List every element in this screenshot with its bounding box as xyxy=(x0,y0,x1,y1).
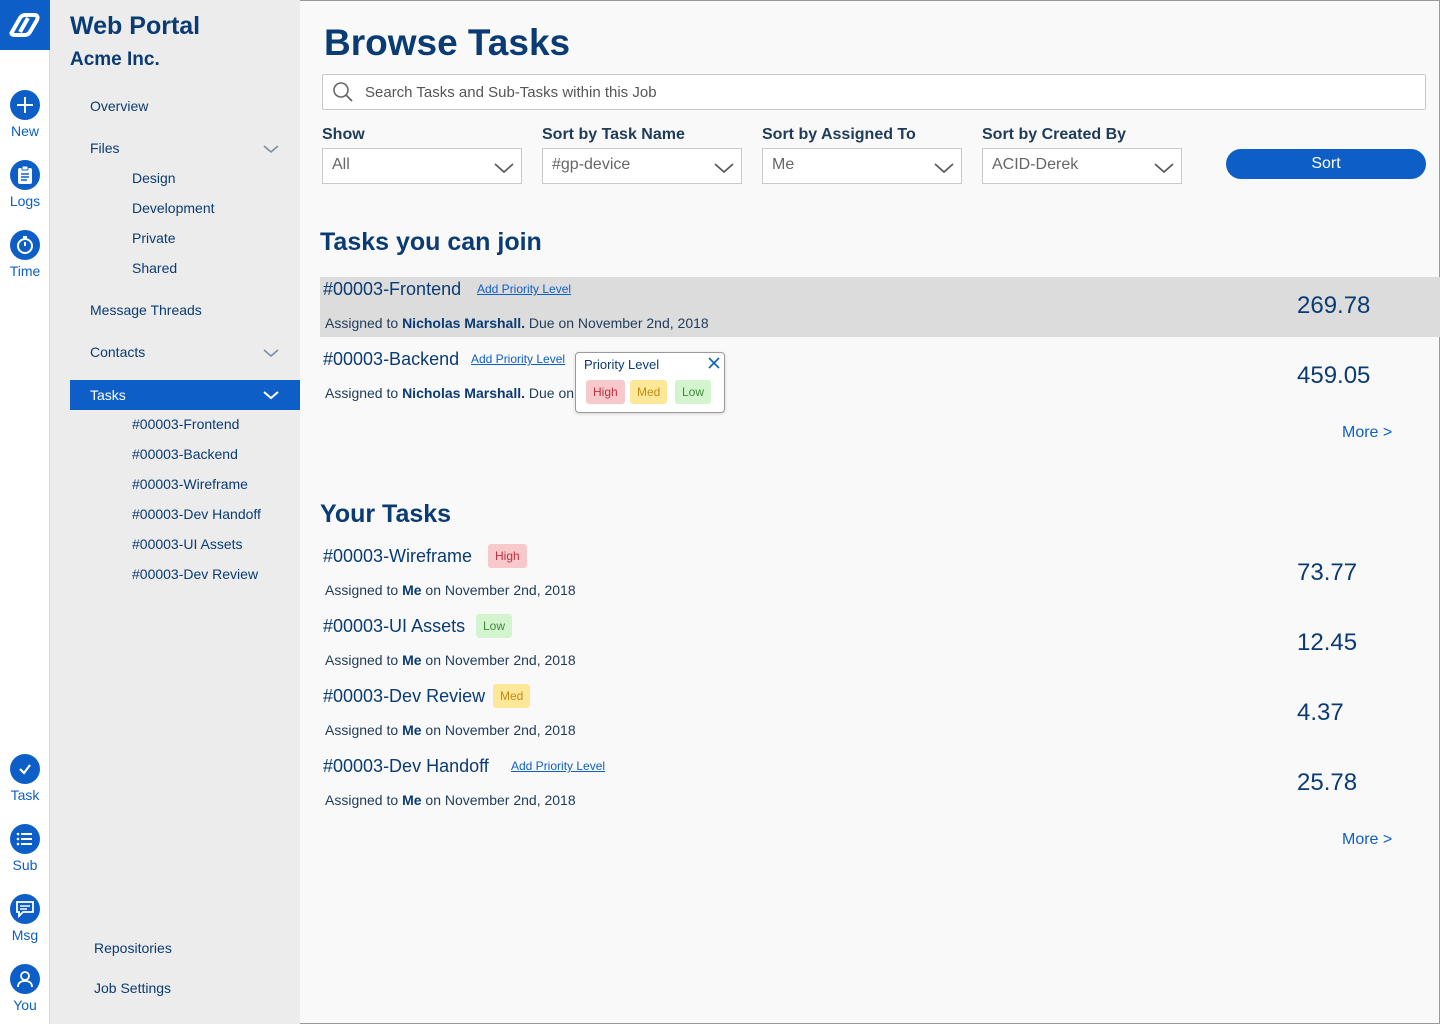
sidebar-item-message-threads[interactable]: Message Threads xyxy=(90,302,202,318)
task-name[interactable]: #00003-Backend xyxy=(323,349,459,370)
task-row[interactable]: #00003-Frontend Add Priority Level Assig… xyxy=(320,277,1440,337)
search-bar[interactable] xyxy=(322,74,1426,110)
task-assignment: Assigned to Me on November 2nd, 2018 xyxy=(325,792,576,808)
task-assignment: Assigned to Nicholas Marshall. Due on No… xyxy=(325,315,709,331)
sidebar-item-development[interactable]: Development xyxy=(132,200,215,216)
task-row[interactable]: #00003-UI Assets Low Assigned to Me on N… xyxy=(320,614,1440,674)
priority-level-popover: Priority Level High Med Low xyxy=(575,352,725,413)
sidebar-item-shared[interactable]: Shared xyxy=(132,260,177,276)
portal-logo-icon[interactable] xyxy=(0,0,50,50)
sidebar-item-overview[interactable]: Overview xyxy=(90,98,148,114)
more-joinable-link[interactable]: More > xyxy=(1342,424,1392,442)
task-value: 459.05 xyxy=(1297,362,1371,389)
filter-show-select[interactable]: All xyxy=(322,148,522,184)
add-priority-link[interactable]: Add Priority Level xyxy=(511,759,605,773)
sidebar-item-task-frontend[interactable]: #00003-Frontend xyxy=(132,416,239,432)
filter-task-name-select[interactable]: #gp-device xyxy=(542,148,742,184)
task-name[interactable]: #00003-UI Assets xyxy=(323,616,465,637)
task-assignment: Assigned to Me on November 2nd, 2018 xyxy=(325,582,576,598)
sidebar-item-repositories[interactable]: Repositories xyxy=(94,940,172,956)
task-value: 25.78 xyxy=(1297,769,1358,796)
add-priority-link[interactable]: Add Priority Level xyxy=(471,352,565,366)
stopwatch-icon xyxy=(10,230,40,260)
rail-task-button[interactable]: Task xyxy=(0,754,50,814)
filter-created-by-label: Sort by Created By xyxy=(982,126,1127,143)
task-row[interactable]: #00003-Wireframe High Assigned to Me on … xyxy=(320,544,1440,604)
filter-created-by-select[interactable]: ACID-Derek xyxy=(982,148,1182,184)
search-input[interactable] xyxy=(365,75,1415,109)
sort-button[interactable]: Sort xyxy=(1226,149,1426,179)
filter-task-name-label: Sort by Task Name xyxy=(542,126,685,143)
priority-badge: High xyxy=(488,544,527,568)
task-assignment: Assigned to Nicholas Marshall. Due on No… xyxy=(325,385,575,401)
sidebar-item-private[interactable]: Private xyxy=(132,230,176,246)
task-assignment: Assigned to Me on November 2nd, 2018 xyxy=(325,722,576,738)
rail-sub-button[interactable]: Sub xyxy=(0,824,50,884)
rail-you-button[interactable]: You xyxy=(0,964,50,1024)
chevron-down-icon xyxy=(714,163,734,174)
sidebar-item-task-backend[interactable]: #00003-Backend xyxy=(132,446,238,462)
filter-show-label: Show xyxy=(322,126,365,143)
task-value: 12.45 xyxy=(1297,629,1358,656)
sidebar-item-design[interactable]: Design xyxy=(132,170,176,186)
plus-icon xyxy=(10,90,40,120)
task-name[interactable]: #00003-Dev Review xyxy=(323,686,485,707)
task-assignment: Assigned to Me on November 2nd, 2018 xyxy=(325,652,576,668)
sidebar-item-task-dev-review[interactable]: #00003-Dev Review xyxy=(132,566,258,582)
clipboard-icon xyxy=(10,160,40,190)
chevron-down-icon[interactable] xyxy=(262,347,280,359)
chevron-down-icon xyxy=(263,391,279,400)
sidebar-item-files[interactable]: Files xyxy=(90,140,120,156)
joinable-tasks-heading: Tasks you can join xyxy=(320,228,542,256)
search-icon xyxy=(333,82,353,102)
task-name[interactable]: #00003-Wireframe xyxy=(323,546,472,567)
task-row[interactable]: #00003-Dev Handoff Add Priority Level As… xyxy=(320,754,1440,814)
chat-icon xyxy=(10,894,40,924)
priority-badge: Low xyxy=(476,614,513,638)
add-priority-link[interactable]: Add Priority Level xyxy=(477,282,571,296)
chevron-down-icon xyxy=(934,163,954,174)
task-name[interactable]: #00003-Frontend xyxy=(323,279,461,300)
popover-title: Priority Level xyxy=(584,357,660,372)
task-value: 73.77 xyxy=(1297,559,1358,586)
filter-assigned-to-label: Sort by Assigned To xyxy=(762,126,916,143)
portal-title: Web Portal xyxy=(70,12,201,40)
check-icon xyxy=(10,754,40,784)
task-value: 269.78 xyxy=(1297,292,1371,319)
rail-msg-button[interactable]: Msg xyxy=(0,894,50,954)
secondary-sidebar: Web Portal Acme Inc. Overview Files Desi… xyxy=(50,0,300,1024)
chevron-down-icon xyxy=(494,163,514,174)
sidebar-item-contacts[interactable]: Contacts xyxy=(90,344,145,360)
task-name[interactable]: #00003-Dev Handoff xyxy=(323,756,489,777)
rail-logs-button[interactable]: Logs xyxy=(0,160,50,220)
list-icon xyxy=(10,824,40,854)
filter-assigned-to-select[interactable]: Me xyxy=(762,148,962,184)
rail-time-button[interactable]: Time xyxy=(0,230,50,290)
company-name: Acme Inc. xyxy=(70,49,160,70)
task-row[interactable]: #00003-Backend Add Priority Level Assign… xyxy=(320,347,575,407)
chevron-down-icon xyxy=(1154,163,1174,174)
more-your-tasks-link[interactable]: More > xyxy=(1342,831,1392,849)
rail-new-button[interactable]: New xyxy=(0,90,50,150)
task-row[interactable]: #00003-Dev Review Med Assigned to Me on … xyxy=(320,684,1440,744)
main-content: Browse Tasks Show All Sort by Task Name … xyxy=(300,0,1440,1024)
your-tasks-heading: Your Tasks xyxy=(320,500,452,528)
priority-badge: Med xyxy=(493,684,531,708)
icon-rail: New Logs Time Task Sub Msg You xyxy=(0,0,50,1024)
sidebar-item-tasks[interactable]: Tasks xyxy=(70,380,300,410)
chevron-down-icon[interactable] xyxy=(262,143,280,155)
priority-low-option[interactable]: Low xyxy=(675,380,712,404)
page-title: Browse Tasks xyxy=(324,22,571,63)
sidebar-item-task-ui-assets[interactable]: #00003-UI Assets xyxy=(132,536,243,552)
priority-med-option[interactable]: Med xyxy=(630,380,668,404)
close-icon[interactable] xyxy=(706,355,722,371)
priority-high-option[interactable]: High xyxy=(586,380,625,404)
sidebar-item-job-settings[interactable]: Job Settings xyxy=(94,980,171,996)
task-value: 4.37 xyxy=(1297,699,1344,726)
sidebar-item-task-wireframe[interactable]: #00003-Wireframe xyxy=(132,476,248,492)
user-icon xyxy=(10,964,40,994)
sidebar-item-task-dev-handoff[interactable]: #00003-Dev Handoff xyxy=(132,506,261,522)
